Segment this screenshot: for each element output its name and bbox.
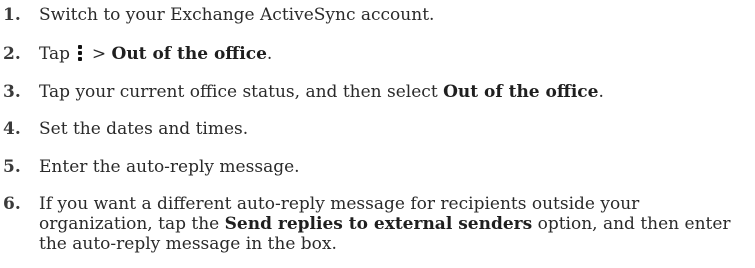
step-number: 4.	[3, 119, 21, 139]
step-text-separator: >	[86, 44, 112, 64]
step-text: If you want a different auto-reply messa…	[39, 194, 755, 254]
step-number: 6.	[3, 194, 21, 214]
option-out-of-office: Out of the office	[443, 82, 599, 102]
step-text-before: Tap your current office status, and then…	[39, 82, 444, 102]
step-text: Tap your current office status, and then…	[39, 82, 751, 103]
step-number: 2.	[3, 44, 21, 64]
step-text-before: Tap	[39, 44, 76, 64]
step-text-after: .	[598, 82, 604, 102]
step-number: 1.	[3, 5, 21, 25]
step-text-after: .	[266, 44, 273, 64]
step-text: Set the dates and times.	[39, 119, 249, 139]
step-number: 3.	[3, 82, 21, 102]
menu-option-out-of-office: Out of the office	[111, 44, 267, 64]
step-text: Tap > Out of the office.	[39, 44, 751, 65]
overflow-menu-icon	[77, 45, 83, 61]
step-text: Enter the auto-reply message.	[39, 157, 300, 177]
step-text: Switch to your Exchange ActiveSync accou…	[39, 5, 435, 25]
step-number: 5.	[3, 157, 21, 177]
option-send-replies-external: Send replies to external senders	[224, 214, 533, 234]
